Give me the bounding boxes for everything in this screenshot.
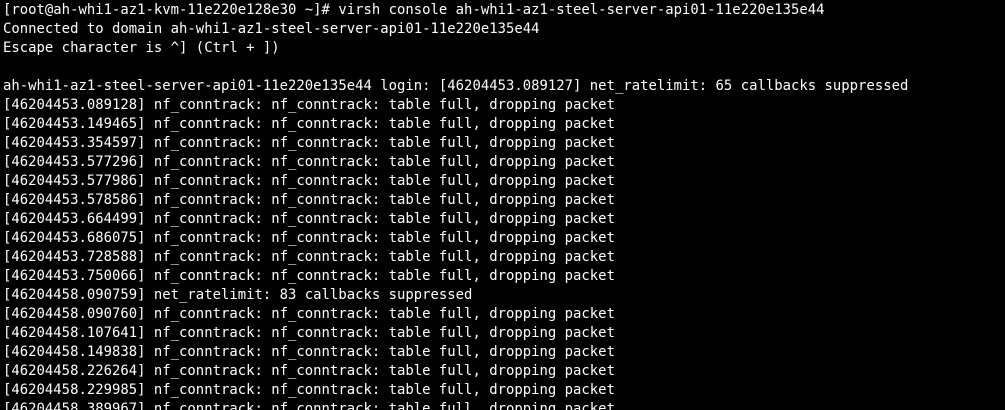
kernel-log-line: [46204453.149465] nf_conntrack: nf_connt… — [3, 116, 615, 132]
kernel-log-line: [46204453.750066] nf_conntrack: nf_connt… — [3, 268, 615, 284]
kernel-log-line: [46204458.107641] nf_conntrack: nf_connt… — [3, 325, 615, 341]
kernel-log-line: [46204458.229985] nf_conntrack: nf_connt… — [3, 382, 615, 398]
kernel-log-line: [46204458.226264] nf_conntrack: nf_connt… — [3, 363, 615, 379]
kernel-log-line: [46204453.577986] nf_conntrack: nf_connt… — [3, 173, 615, 189]
command-prompt-line: [root@ah-whi1-az1-kvm-11e220e128e30 ~]# … — [3, 2, 825, 18]
kernel-log-line: [46204458.149838] nf_conntrack: nf_connt… — [3, 344, 615, 360]
kernel-log-line: [46204458.389967] nf_conntrack: nf_connt… — [3, 401, 615, 410]
kernel-log-line: [46204453.089128] nf_conntrack: nf_connt… — [3, 97, 615, 113]
kernel-log-line: [46204453.728588] nf_conntrack: nf_connt… — [3, 249, 615, 265]
ratelimit-log-line: [46204458.090759] net_ratelimit: 83 call… — [3, 287, 473, 303]
login-prompt-line: ah-whi1-az1-steel-server-api01-11e220e13… — [3, 78, 909, 94]
kernel-log-line: [46204453.686075] nf_conntrack: nf_connt… — [3, 230, 615, 246]
kernel-log-line: [46204453.354597] nf_conntrack: nf_connt… — [3, 135, 615, 151]
kernel-log-line: [46204453.578586] nf_conntrack: nf_connt… — [3, 192, 615, 208]
terminal-window[interactable]: [root@ah-whi1-az1-kvm-11e220e128e30 ~]# … — [0, 0, 1005, 410]
kernel-log-line: [46204453.664499] nf_conntrack: nf_connt… — [3, 211, 615, 227]
console-connected-line: Connected to domain ah-whi1-az1-steel-se… — [3, 21, 540, 37]
kernel-log-line: [46204458.090760] nf_conntrack: nf_connt… — [3, 306, 615, 322]
escape-character-line: Escape character is ^] (Ctrl + ]) — [3, 40, 280, 56]
kernel-log-line: [46204453.577296] nf_conntrack: nf_connt… — [3, 154, 615, 170]
